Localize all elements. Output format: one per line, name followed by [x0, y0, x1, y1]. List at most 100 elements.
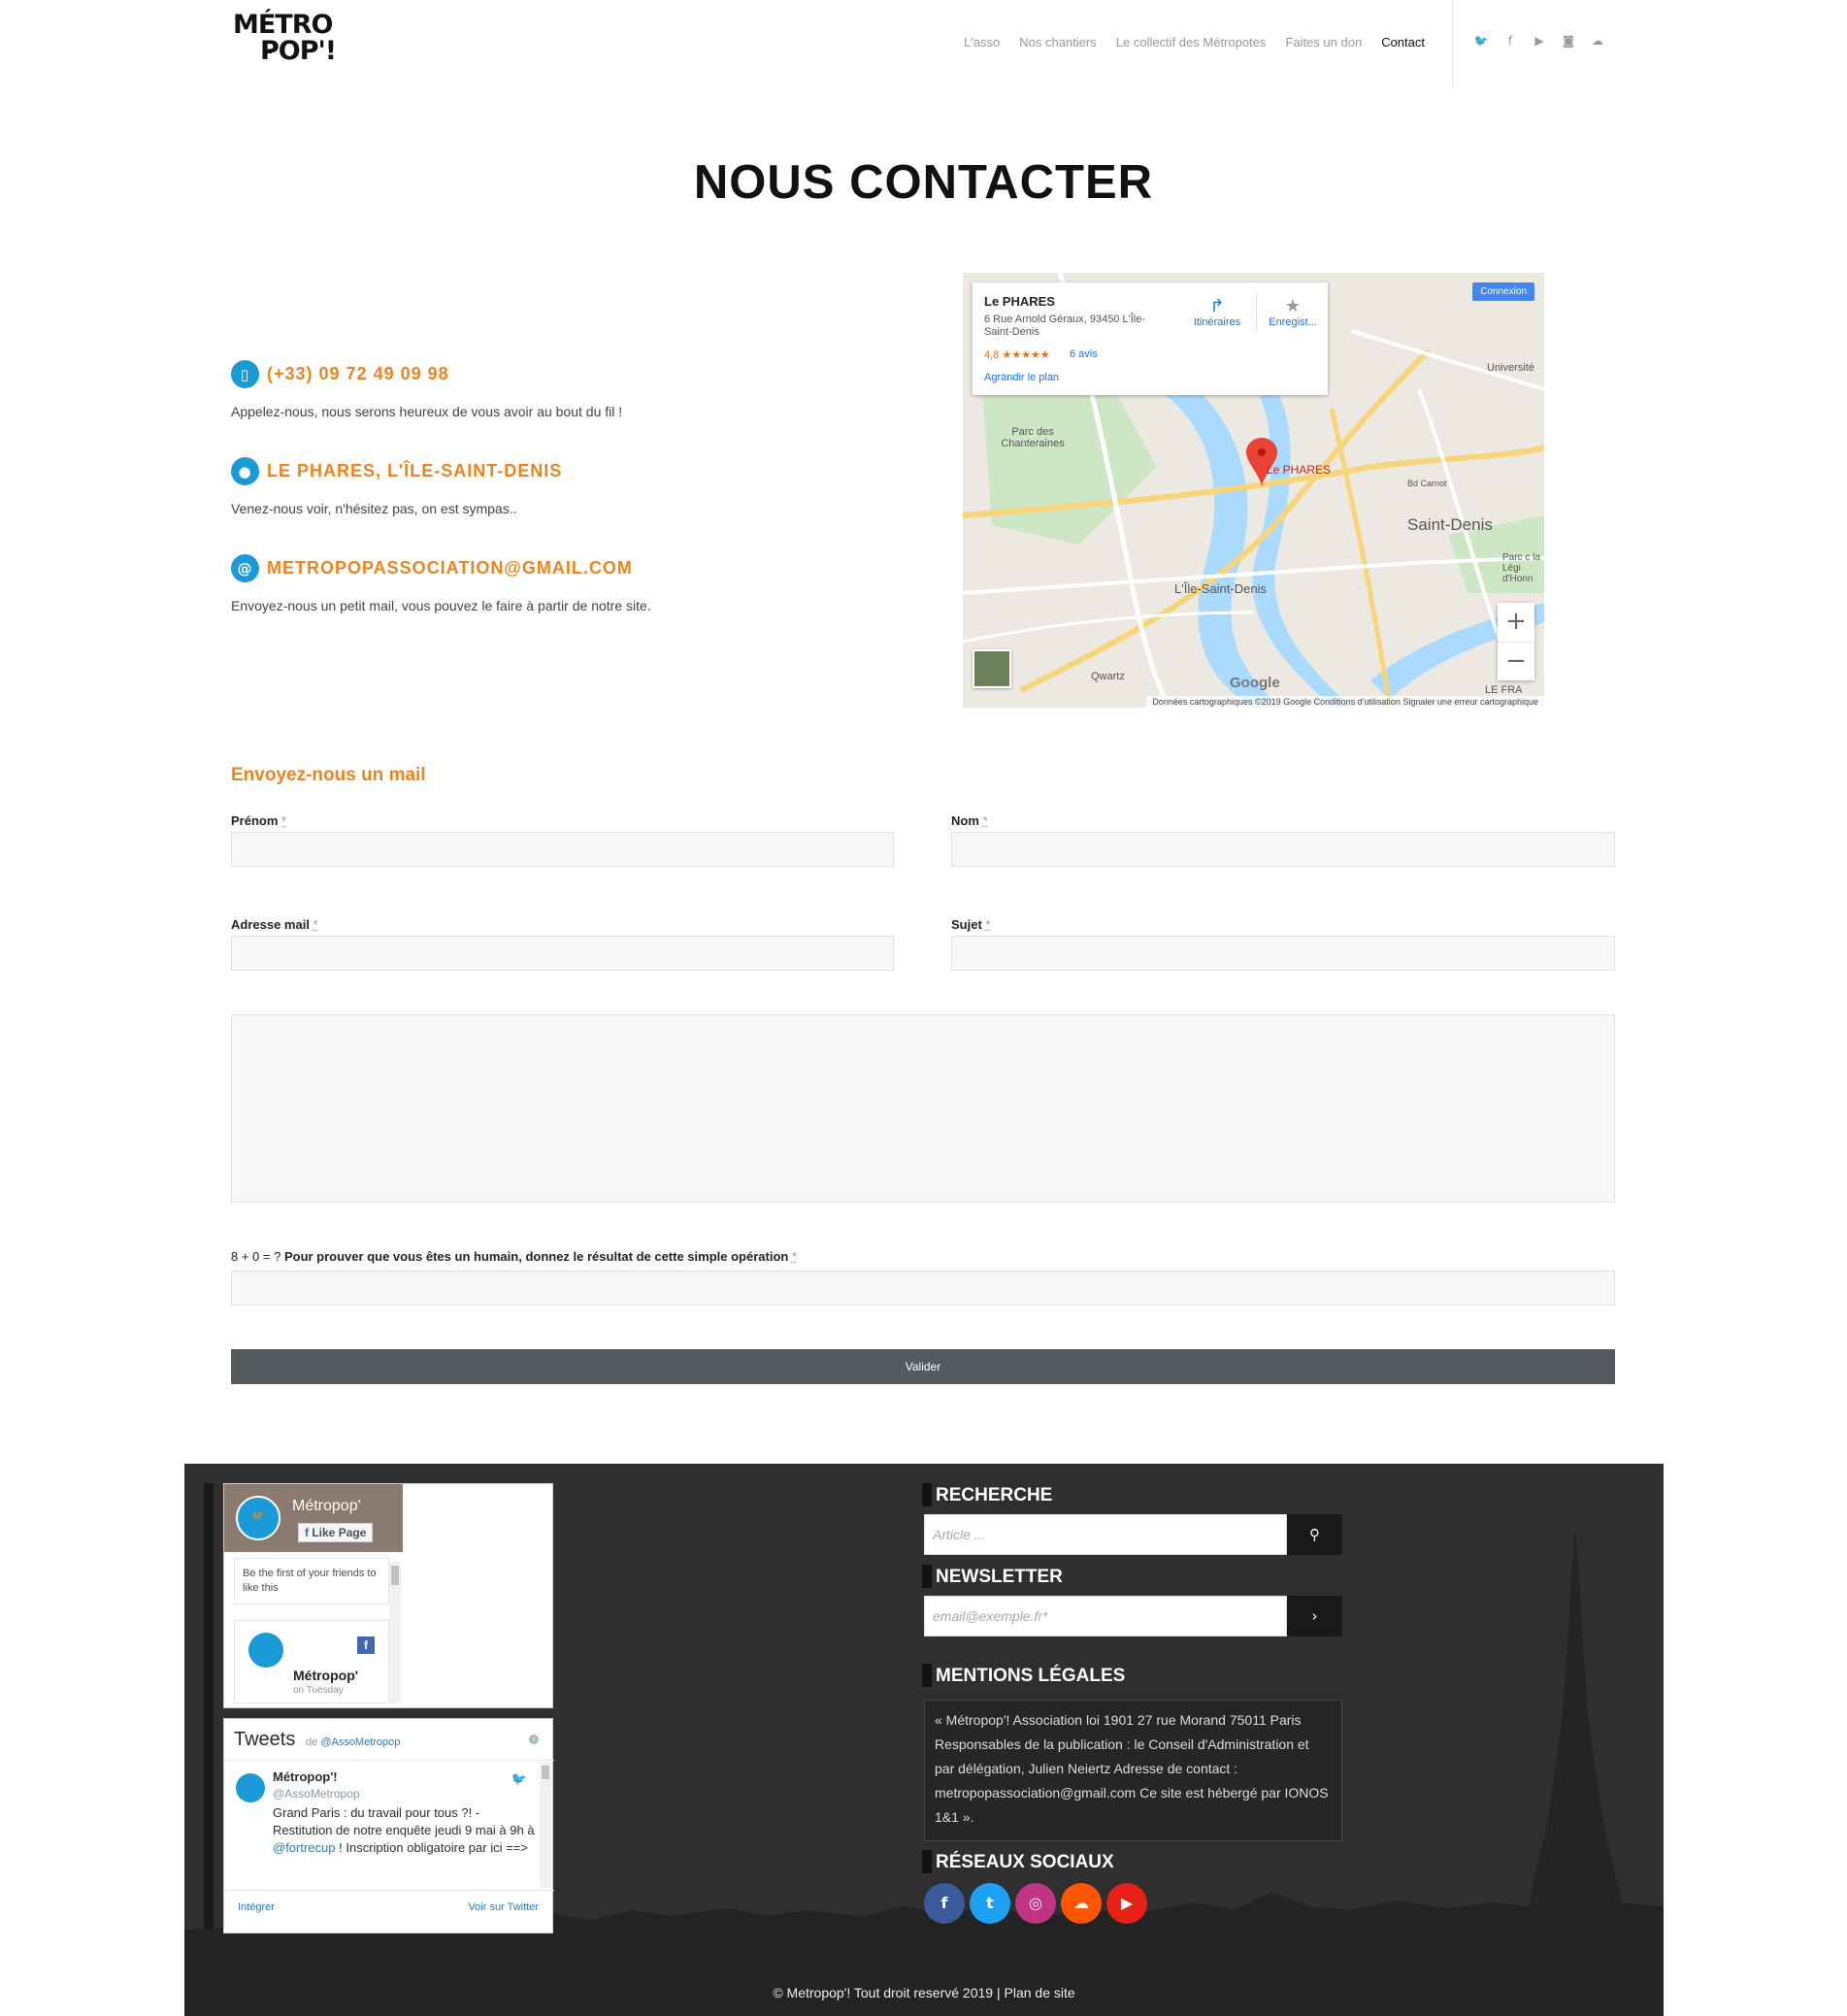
fb-like-button[interactable]: f Like Page	[298, 1523, 374, 1542]
soundcloud-icon[interactable]: ☁	[1590, 33, 1605, 49]
prenom-label: Prénom *	[231, 813, 287, 828]
nom-input[interactable]	[951, 832, 1615, 867]
legal-widget-title: MENTIONS LÉGALES	[921, 1664, 1125, 1687]
facebook-icon: f	[357, 1636, 375, 1654]
map-place-address: 6 Rue Arnold Géraux, 93450 L'Île-Saint-D…	[984, 314, 1145, 338]
fb-post-avatar	[248, 1633, 283, 1668]
map-label-ile: L'Île-Saint-Denis	[1174, 581, 1267, 596]
twitter-icon[interactable]: 🐦	[1473, 33, 1489, 49]
tw-author-handle[interactable]: @AssoMetropop	[273, 1787, 360, 1801]
nav-item-asso[interactable]: L'asso	[964, 35, 1000, 50]
sujet-input[interactable]	[951, 936, 1615, 971]
twitter-bird-icon: 🐦	[511, 1771, 527, 1786]
logo-text-bottom: POP'!	[260, 36, 337, 66]
tw-embed-link[interactable]: Intégrer	[238, 1901, 275, 1913]
site-footer: M' Métropop' f Like Page Be the first of…	[184, 1464, 1664, 2016]
map-card-separator	[1256, 292, 1257, 331]
zoom-in-button[interactable]: +	[1498, 603, 1534, 642]
newsletter-email-input[interactable]: email@exemple.fr*	[924, 1596, 1287, 1636]
sitemap-link[interactable]: Plan de site	[1005, 1985, 1075, 2000]
star-icon: ★	[1284, 296, 1302, 315]
twitter-timeline-widget: Tweets de @AssoMetropop i Métropop'! @As…	[223, 1718, 554, 1933]
contact-mail-text: Envoyez-nous un petit mail, vous pouvez …	[231, 598, 651, 613]
search-button[interactable]: ⚲	[1287, 1514, 1342, 1555]
at-sign-icon: @	[231, 554, 259, 582]
map-label-qwartz: Qwartz	[1091, 671, 1125, 682]
captcha-input[interactable]	[231, 1271, 1615, 1305]
map-place-reviews-link[interactable]: 6 avis	[1070, 348, 1098, 360]
prenom-input[interactable]	[231, 832, 894, 867]
metropop-logo[interactable]: MÉTRO POP'!	[231, 8, 377, 66]
map-place-name: Le PHARES	[984, 294, 1055, 309]
facebook-icon[interactable]: f	[1502, 33, 1518, 49]
facebook-page-widget: M' Métropop' f Like Page Be the first of…	[223, 1483, 553, 1708]
map-save-button[interactable]: ★ Enregist...	[1264, 296, 1322, 328]
map-enlarge-link[interactable]: Agrandir le plan	[984, 372, 1059, 383]
map-label-parc: Parc des Chanteraines	[1001, 426, 1065, 449]
submit-button[interactable]: Valider	[231, 1349, 1615, 1384]
newsletter-submit-button[interactable]: ›	[1287, 1596, 1342, 1636]
fb-post[interactable]: f Métropop' on Tuesday	[234, 1620, 389, 1703]
tw-scrollbar[interactable]	[540, 1762, 551, 1888]
map-place-card: Le PHARES 6 Rue Arnold Géraux, 93450 L'Î…	[973, 282, 1328, 395]
contact-phone-text: Appelez-nous, nous serons heureux de vou…	[231, 404, 623, 419]
phone-icon: ▯	[231, 360, 259, 388]
nom-label: Nom *	[951, 813, 988, 828]
instagram-icon[interactable]: ◙	[1561, 33, 1576, 49]
fb-scrollbar[interactable]	[389, 1562, 401, 1703]
map-place-rating: 4,8 ★★★★★	[984, 349, 1050, 361]
tw-title: Tweets	[234, 1729, 296, 1750]
nav-item-contact[interactable]: Contact	[1381, 35, 1425, 50]
message-textarea[interactable]	[231, 1014, 1615, 1203]
email-input[interactable]	[231, 936, 894, 971]
facebook-icon: f	[305, 1526, 309, 1539]
site-header: MÉTRO POP'! L'asso Nos chantiers Le coll…	[0, 0, 1847, 87]
map-directions-button[interactable]: ↱ Itinéraires	[1188, 296, 1246, 328]
newsletter-widget-title: NEWSLETTER	[922, 1565, 1063, 1588]
map-connect-button[interactable]: Connexion	[1472, 282, 1534, 301]
youtube-icon[interactable]: ▶	[1106, 1883, 1147, 1924]
map-pin-label: Le PHARES	[1267, 463, 1332, 477]
nav-item-collectif[interactable]: Le collectif des Métropotes	[1116, 35, 1267, 50]
tw-handle-link[interactable]: @AssoMetropop	[320, 1736, 400, 1748]
contact-phone-block: ▯ (+33) 09 72 49 09 98 Appelez-nous, nou…	[231, 360, 622, 419]
facebook-icon[interactable]: f	[924, 1883, 965, 1924]
tw-by: de @AssoMetropop	[306, 1736, 401, 1748]
form-title: Envoyez-nous un mail	[231, 765, 426, 785]
satellite-toggle[interactable]	[973, 649, 1011, 688]
map-zoom-control: + −	[1498, 603, 1534, 680]
captcha-label: 8 + 0 = ? Pour prouver que vous êtes un …	[231, 1249, 798, 1264]
tw-mention-link[interactable]: @fortrecup	[273, 1840, 336, 1855]
map-attribution: Données cartographiques ©2019 Google Con…	[1146, 696, 1544, 708]
map-save-label: Enregist...	[1269, 316, 1317, 328]
contact-phone-title[interactable]: (+33) 09 72 49 09 98	[267, 364, 449, 384]
fb-page-name[interactable]: Métropop'	[292, 1498, 361, 1515]
search-input[interactable]: Article ...	[924, 1514, 1287, 1555]
info-icon[interactable]: i	[529, 1735, 539, 1744]
fb-post-author: Métropop'	[293, 1668, 359, 1683]
search-widget-title: RECHERCHE	[921, 1483, 1052, 1506]
tw-view-on-twitter-link[interactable]: Voir sur Twitter	[468, 1901, 539, 1913]
google-logo: Google	[1230, 675, 1280, 691]
main-nav: L'asso Nos chantiers Le collectif des Mé…	[964, 35, 1425, 50]
youtube-icon[interactable]: ▶	[1532, 33, 1547, 49]
instagram-icon[interactable]: ◎	[1015, 1883, 1056, 1924]
fb-page-avatar[interactable]: M'	[236, 1496, 280, 1540]
twitter-icon[interactable]: t	[970, 1883, 1010, 1924]
google-map[interactable]: Parc des Chanteraines Saint-Denis L'Île-…	[963, 273, 1544, 708]
tw-tweet-text: Grand Paris : du travail pour tous ?! - …	[273, 1805, 535, 1855]
social-widget-title: RÉSEAUX SOCIAUX	[922, 1850, 1114, 1873]
tw-avatar[interactable]	[236, 1773, 265, 1802]
widget-column-bar	[204, 1483, 214, 1930]
chevron-right-icon: ›	[1311, 1607, 1318, 1625]
copyright: © Metropop'! Tout droit reservé 2019 | P…	[773, 1985, 1075, 2000]
map-label-saint-denis: Saint-Denis	[1407, 515, 1493, 534]
nav-item-don[interactable]: Faites un don	[1285, 35, 1362, 50]
zoom-out-button[interactable]: −	[1498, 642, 1534, 680]
contact-mail-title[interactable]: METROPOPASSOCIATION@GMAIL.COM	[267, 558, 633, 578]
soundcloud-icon[interactable]: ☁	[1061, 1883, 1102, 1924]
nav-item-chantiers[interactable]: Nos chantiers	[1019, 35, 1096, 50]
header-social: 🐦 f ▶ ◙ ☁	[1473, 33, 1605, 49]
tw-author-name[interactable]: Métropop'!	[273, 1769, 338, 1784]
legal-text: « Métropop'! Association loi 1901 27 rue…	[924, 1700, 1342, 1841]
